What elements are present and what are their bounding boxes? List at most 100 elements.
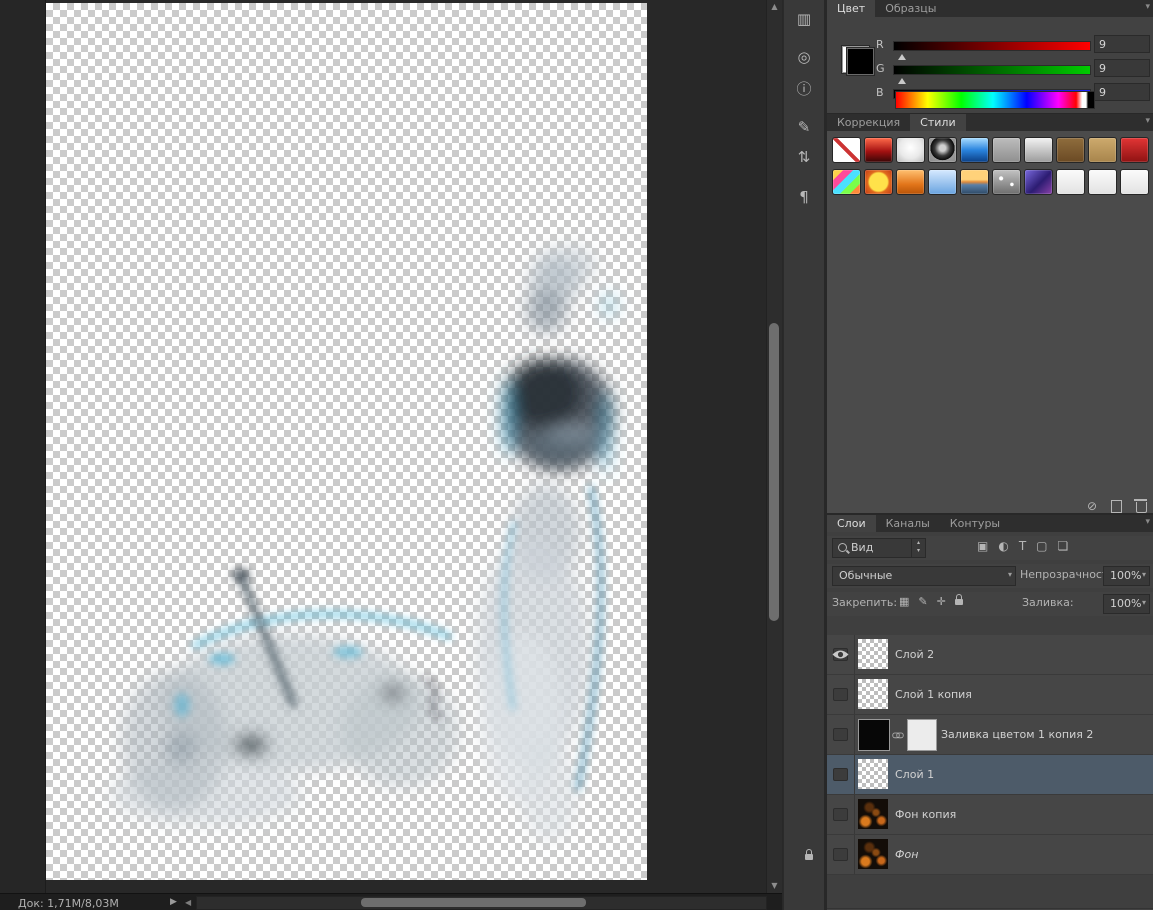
lock-label: Закрепить:: [832, 596, 897, 609]
layer-row[interactable]: Фон: [827, 835, 1153, 875]
style-swatch[interactable]: [1120, 137, 1149, 163]
chevron-down-icon: ▾: [1142, 570, 1146, 579]
red-slider[interactable]: [893, 41, 1091, 51]
layer-row[interactable]: Заливка цветом 1 копия 2: [827, 715, 1153, 755]
horizontal-scrollbar-thumb[interactable]: [361, 898, 586, 907]
layer-row[interactable]: Слой 2: [827, 635, 1153, 675]
lock-transparency-icon[interactable]: ▦: [899, 595, 909, 608]
visibility-toggle[interactable]: [833, 648, 848, 661]
stepper-down-icon[interactable]: ▾: [912, 547, 925, 555]
tab-color[interactable]: Цвет: [827, 0, 875, 17]
style-swatch[interactable]: [864, 169, 893, 195]
layer-name[interactable]: Слой 1: [895, 768, 934, 781]
info-panel-icon[interactable]: ⓘ: [784, 80, 824, 98]
green-value-input[interactable]: [1094, 59, 1150, 77]
filter-type-layers-icon[interactable]: T: [1019, 539, 1026, 553]
layer-mask-thumbnail[interactable]: [907, 719, 937, 751]
style-swatch[interactable]: [896, 169, 925, 195]
layer-thumbnail[interactable]: [858, 799, 888, 829]
color-panel-menu-icon[interactable]: ▾: [1145, 2, 1150, 12]
lock-position-icon[interactable]: ✛: [937, 595, 946, 608]
style-swatch[interactable]: [1024, 169, 1053, 195]
layer-name[interactable]: Слой 2: [895, 648, 934, 661]
visibility-toggle[interactable]: [833, 728, 848, 741]
delete-style-icon[interactable]: [1136, 502, 1147, 513]
filter-kind-dropdown[interactable]: Вид ▴ ▾: [832, 538, 926, 558]
fill-layer-thumbnail[interactable]: [858, 719, 890, 751]
style-swatch[interactable]: [960, 169, 989, 195]
adjustments-panel-icon[interactable]: ◎: [784, 48, 824, 66]
style-swatch[interactable]: [896, 137, 925, 163]
canvas-vertical-scrollbar[interactable]: ▲ ▼: [766, 0, 782, 893]
color-spectrum-ramp[interactable]: [895, 91, 1095, 109]
lock-all-icon[interactable]: [955, 599, 963, 605]
layer-row[interactable]: Фон копия: [827, 795, 1153, 835]
layer-thumbnail[interactable]: [858, 759, 888, 789]
visibility-toggle[interactable]: [833, 768, 848, 781]
layer-row[interactable]: Слой 1 копия: [827, 675, 1153, 715]
visibility-toggle[interactable]: [833, 808, 848, 821]
canvas-horizontal-scrollbar[interactable]: [196, 896, 767, 910]
scroll-up-icon[interactable]: ▲: [767, 3, 782, 11]
vertical-scrollbar-thumb[interactable]: [769, 323, 779, 621]
layer-thumbnail[interactable]: [858, 679, 888, 709]
blend-mode-dropdown[interactable]: Обычные ▾: [832, 566, 1016, 586]
tab-channels[interactable]: Каналы: [876, 515, 940, 532]
green-slider-thumb[interactable]: [898, 74, 906, 84]
style-swatch[interactable]: [928, 169, 957, 195]
opacity-field[interactable]: 100% ▾: [1103, 566, 1150, 586]
layers-panel-menu-icon[interactable]: ▾: [1145, 517, 1150, 527]
scroll-left-icon[interactable]: ◀: [185, 898, 191, 907]
filter-shape-layers-icon[interactable]: ▢: [1036, 539, 1047, 553]
blue-value-input[interactable]: [1094, 83, 1150, 101]
layer-name[interactable]: Фон: [895, 848, 918, 861]
layer-name[interactable]: Заливка цветом 1 копия 2: [941, 728, 1093, 741]
styles-panel-menu-icon[interactable]: ▾: [1145, 116, 1150, 126]
brush-presets-panel-icon[interactable]: ✎: [784, 118, 824, 136]
style-swatch[interactable]: [992, 137, 1021, 163]
paragraph-panel-icon[interactable]: ¶: [784, 188, 824, 206]
style-swatch[interactable]: [928, 137, 957, 163]
fill-field[interactable]: 100% ▾: [1103, 594, 1150, 614]
green-slider[interactable]: [893, 65, 1091, 75]
layer-thumbnail[interactable]: [858, 639, 888, 669]
tab-paths[interactable]: Контуры: [940, 515, 1010, 532]
layer-row[interactable]: Слой 1: [827, 755, 1153, 795]
status-popup-arrow-icon[interactable]: ▶: [170, 897, 177, 907]
layer-name[interactable]: Слой 1 копия: [895, 688, 972, 701]
style-swatch-no-style[interactable]: [832, 137, 861, 163]
filter-kind-stepper[interactable]: ▴ ▾: [911, 539, 925, 557]
style-swatch[interactable]: [992, 169, 1021, 195]
stepper-up-icon[interactable]: ▴: [912, 539, 925, 547]
filter-smart-objects-icon[interactable]: ❏: [1058, 539, 1069, 553]
scroll-down-icon[interactable]: ▼: [767, 882, 782, 890]
style-swatch[interactable]: [832, 169, 861, 195]
filter-adjustment-layers-icon[interactable]: ◐: [998, 539, 1008, 553]
style-swatch[interactable]: [1120, 169, 1149, 195]
lock-paint-icon[interactable]: ✎: [918, 595, 927, 608]
tab-adjustments[interactable]: Коррекция: [827, 114, 910, 131]
style-swatch[interactable]: [960, 137, 989, 163]
tab-swatches[interactable]: Образцы: [875, 0, 946, 17]
tab-styles[interactable]: Стили: [910, 114, 965, 131]
visibility-toggle[interactable]: [833, 688, 848, 701]
document-canvas[interactable]: [46, 3, 647, 880]
history-panel-icon[interactable]: ▥: [784, 10, 824, 28]
visibility-toggle[interactable]: [833, 848, 848, 861]
red-slider-thumb[interactable]: [898, 50, 906, 60]
mask-link-icon[interactable]: [892, 732, 903, 738]
layer-thumbnail[interactable]: [858, 839, 888, 869]
style-swatch[interactable]: [1088, 169, 1117, 195]
style-swatch[interactable]: [1056, 169, 1085, 195]
clear-style-icon[interactable]: ⊘: [1087, 500, 1097, 512]
style-swatch[interactable]: [1024, 137, 1053, 163]
layer-name[interactable]: Фон копия: [895, 808, 956, 821]
red-value-input[interactable]: [1094, 35, 1150, 53]
style-swatch[interactable]: [1056, 137, 1085, 163]
tab-layers[interactable]: Слои: [827, 515, 876, 532]
style-swatch[interactable]: [1088, 137, 1117, 163]
filter-pixel-layers-icon[interactable]: ▣: [977, 539, 988, 553]
new-style-icon[interactable]: [1111, 500, 1122, 513]
style-swatch[interactable]: [864, 137, 893, 163]
tool-presets-panel-icon[interactable]: ⇅: [784, 148, 824, 166]
